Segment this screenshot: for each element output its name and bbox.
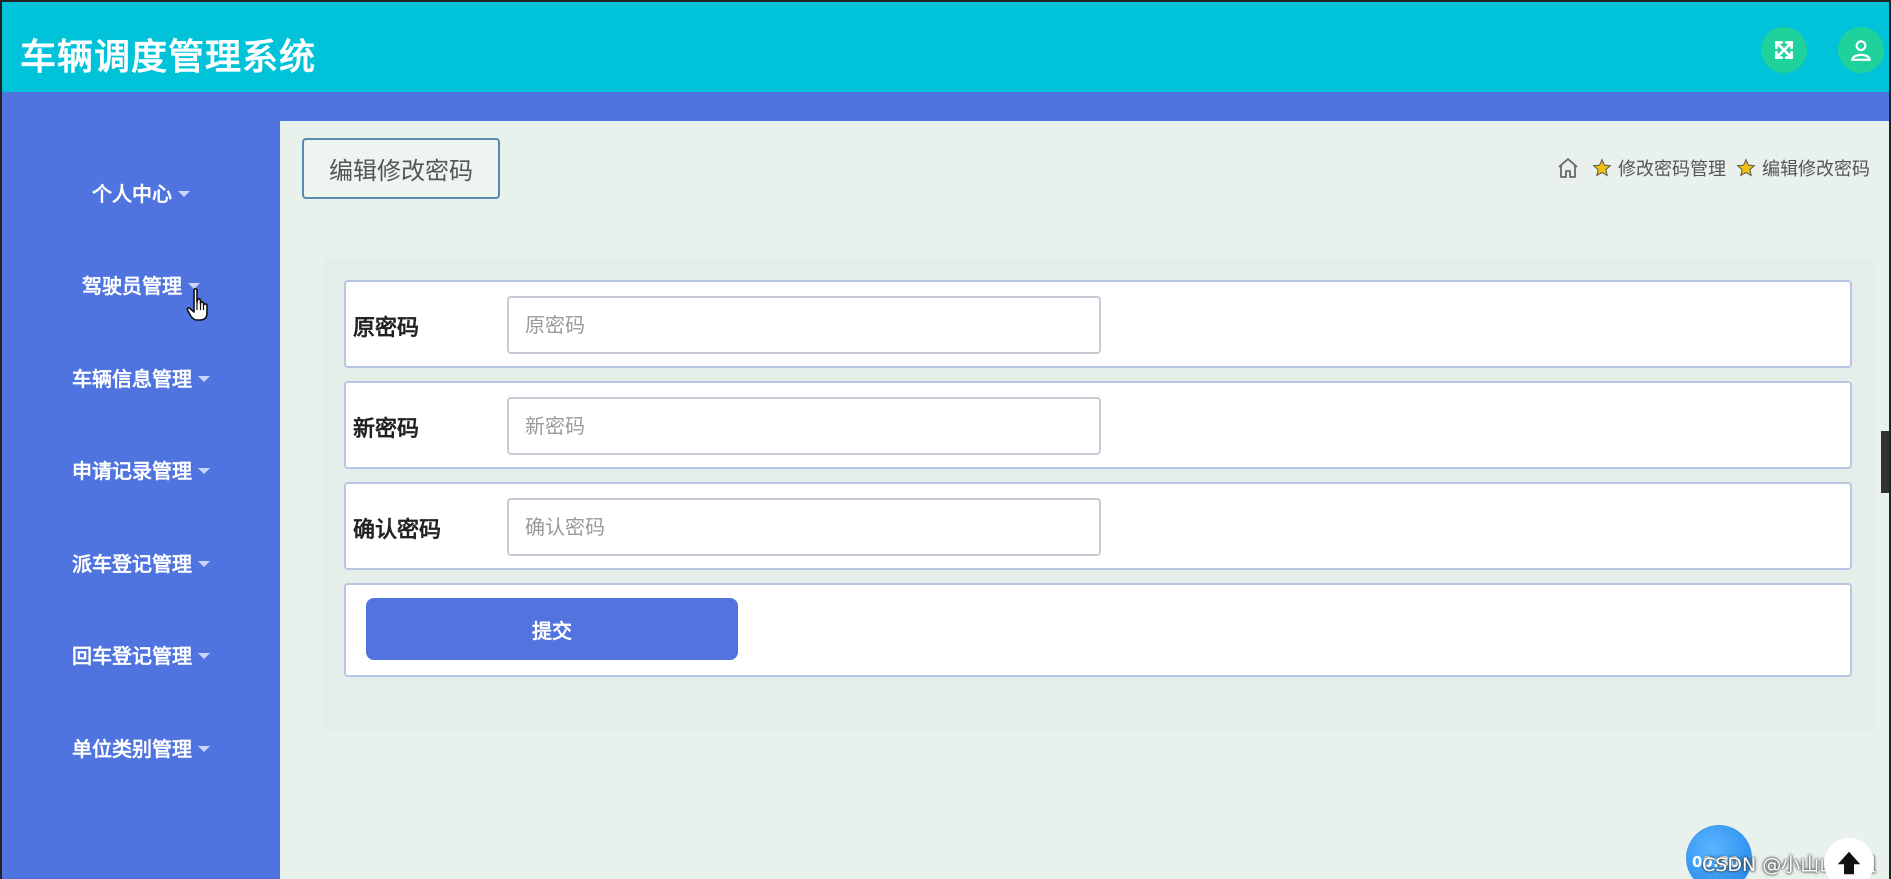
sidebar-item-vehicle-info[interactable]: 车辆信息管理 — [2, 357, 280, 397]
user-menu-button[interactable] — [1838, 27, 1884, 73]
page-title: 编辑修改密码 — [302, 138, 500, 199]
header-subbar — [2, 92, 1889, 121]
star-icon — [1592, 158, 1612, 177]
new-password-label: 新密码 — [353, 417, 420, 442]
fullscreen-icon — [1775, 41, 1793, 59]
confirm-password-input[interactable] — [507, 498, 1101, 556]
form-row-new-password: 新密码 — [344, 381, 1852, 469]
old-password-input[interactable] — [507, 296, 1101, 354]
old-password-label: 原密码 — [353, 316, 420, 341]
app-window: 车辆调度管理系统 个人中心 驾驶员管理 车辆信息管理 申请记录管理 派车登记管理… — [2, 2, 1889, 879]
sidebar-item-label: 单位类别管理 — [72, 736, 192, 761]
scrollbar-handle[interactable] — [1881, 431, 1889, 493]
chevron-down-icon — [198, 745, 210, 752]
sidebar-item-application-records[interactable]: 申请记录管理 — [2, 449, 280, 489]
sidebar-item-label: 申请记录管理 — [72, 458, 192, 483]
sidebar-item-label: 个人中心 — [92, 181, 172, 206]
new-password-input[interactable] — [507, 397, 1101, 455]
home-icon[interactable] — [1556, 156, 1580, 180]
form-row-confirm-password: 确认密码 — [344, 482, 1852, 570]
user-icon — [1851, 40, 1871, 61]
chevron-down-icon — [198, 652, 210, 659]
sidebar-item-label: 驾驶员管理 — [82, 273, 182, 298]
breadcrumb: 修改密码管理 编辑修改密码 — [1556, 155, 1870, 181]
chevron-down-icon — [198, 467, 210, 474]
sidebar-item-unit-category[interactable]: 单位类别管理 — [2, 727, 280, 767]
breadcrumb-item[interactable]: 修改密码管理 — [1618, 155, 1726, 181]
sidebar-item-label: 车辆信息管理 — [72, 366, 192, 391]
top-header: 车辆调度管理系统 — [2, 2, 1889, 92]
chevron-down-icon — [178, 190, 190, 197]
sidebar-item-personal-center[interactable]: 个人中心 — [2, 172, 280, 212]
confirm-password-label: 确认密码 — [353, 518, 442, 543]
chevron-down-icon — [198, 375, 210, 382]
sidebar-item-label: 派车登记管理 — [72, 551, 192, 576]
sidebar-item-driver-management[interactable]: 驾驶员管理 — [2, 264, 280, 304]
main-content: 编辑修改密码 修改密码管理 编辑修改密码 原密码 新密码 — [280, 121, 1889, 879]
star-icon — [1736, 158, 1756, 177]
app-title: 车辆调度管理系统 — [20, 37, 317, 78]
breadcrumb-item: 编辑修改密码 — [1762, 159, 1870, 180]
submit-button[interactable]: 提交 — [366, 598, 738, 660]
form-row-old-password: 原密码 — [344, 280, 1852, 368]
sidebar-item-label: 回车登记管理 — [72, 643, 192, 668]
chevron-down-icon — [198, 560, 210, 567]
sidebar: 个人中心 驾驶员管理 车辆信息管理 申请记录管理 派车登记管理 回车登记管理 单… — [2, 121, 280, 879]
fullscreen-button[interactable] — [1761, 27, 1807, 73]
arrow-up-icon — [1837, 851, 1861, 875]
sidebar-item-return-registration[interactable]: 回车登记管理 — [2, 634, 280, 674]
sidebar-item-dispatch-registration[interactable]: 派车登记管理 — [2, 542, 280, 582]
password-form: 原密码 新密码 确认密码 提交 — [322, 258, 1874, 730]
hand-pointer-icon — [186, 288, 208, 321]
form-row-submit: 提交 — [344, 583, 1852, 677]
